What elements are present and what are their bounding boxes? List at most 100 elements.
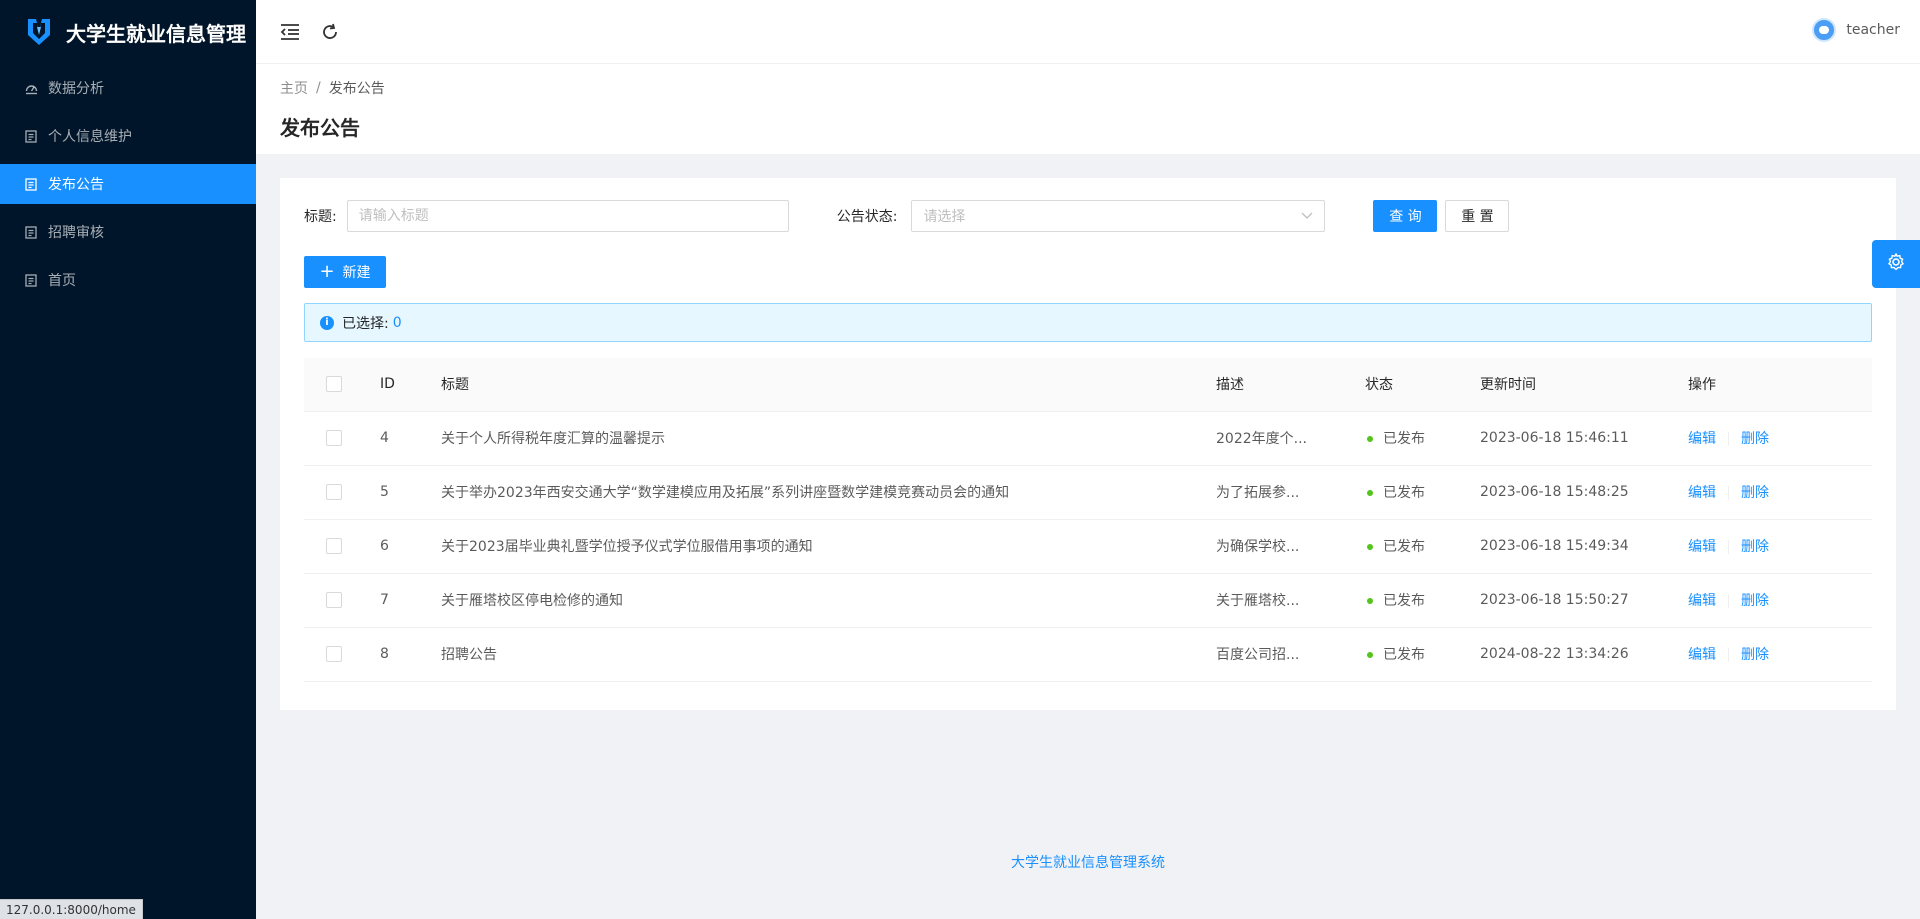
delete-link[interactable]: 删除 xyxy=(1741,593,1769,609)
notice-table: ID 标题 描述 状态 更新时间 操作 4 关于个人所得税年度汇算的温馨提示 202… xyxy=(304,358,1872,682)
status-dot xyxy=(1367,652,1373,658)
row-checkbox[interactable] xyxy=(326,592,342,608)
query-button[interactable]: 查 询 xyxy=(1373,200,1438,232)
cell-title: 关于举办2023年西安交通大学“数学建模应用及拓展”系列讲座暨数学建模竞赛动员会… xyxy=(441,465,1216,520)
cell-status: 已发布 xyxy=(1365,411,1480,466)
cell-desc: 2022年度个... xyxy=(1216,411,1365,466)
status-text: 已发布 xyxy=(1383,539,1425,555)
row-checkbox-cell xyxy=(304,573,380,628)
user-menu[interactable]: teacher xyxy=(1812,18,1900,42)
breadcrumb-current: 发布公告 xyxy=(328,81,385,97)
edit-link[interactable]: 编辑 xyxy=(1688,647,1716,663)
status-dot xyxy=(1367,436,1373,442)
cell-desc: 百度公司招... xyxy=(1216,627,1365,682)
cell-id: 5 xyxy=(380,465,441,520)
cell-title: 关于雁塔校区停电检修的通知 xyxy=(441,573,1216,628)
avatar xyxy=(1812,18,1837,42)
status-select[interactable]: 请选择 xyxy=(911,200,1326,232)
selection-alert: i 已选择: 0 xyxy=(304,303,1872,342)
cell-ops: 编辑 删除 xyxy=(1688,411,1872,466)
cell-id: 8 xyxy=(380,627,441,682)
app-logo[interactable]: 大学生就业信息管理 xyxy=(0,0,256,64)
cell-ops: 编辑 删除 xyxy=(1688,573,1872,628)
edit-link[interactable]: 编辑 xyxy=(1688,485,1716,501)
edit-link[interactable]: 编辑 xyxy=(1688,593,1716,609)
sidebar-item-0[interactable]: 数据分析 xyxy=(0,68,256,108)
footer-text[interactable]: 大学生就业信息管理系统 xyxy=(256,852,1920,872)
status-text: 已发布 xyxy=(1383,647,1425,663)
file-icon xyxy=(24,273,38,287)
breadcrumb-separator: / xyxy=(316,80,321,96)
top-header: teacher xyxy=(256,0,1920,64)
delete-link[interactable]: 删除 xyxy=(1741,431,1769,447)
edit-link[interactable]: 编辑 xyxy=(1688,539,1716,555)
gear-icon xyxy=(1887,252,1905,275)
select-all-checkbox[interactable] xyxy=(326,376,342,393)
cell-title: 招聘公告 xyxy=(441,627,1216,682)
delete-link[interactable]: 删除 xyxy=(1741,539,1769,555)
info-icon: i xyxy=(320,315,334,330)
new-button-label: 新建 xyxy=(342,265,371,281)
menu-fold-icon[interactable] xyxy=(278,20,302,44)
cell-ops: 编辑 删除 xyxy=(1688,627,1872,682)
cell-title: 关于个人所得税年度汇算的温馨提示 xyxy=(441,411,1216,466)
sidebar-item-2[interactable]: 发布公告 xyxy=(0,164,256,204)
status-select-placeholder: 请选择 xyxy=(923,209,966,225)
content-card: 标题: 公告状态: 请选择 查 询 重 置 + 新建 i 已选择: 0 ID 标… xyxy=(280,178,1896,710)
title-input[interactable] xyxy=(346,200,789,232)
table-row: 8 招聘公告 百度公司招... 已发布 2024-08-22 13:34:26 编辑 删除 xyxy=(304,627,1872,682)
row-checkbox-cell xyxy=(304,519,380,574)
cell-status: 已发布 xyxy=(1365,519,1480,574)
cell-time: 2023-06-18 15:48:25 xyxy=(1480,465,1688,520)
page-title: 发布公告 xyxy=(280,116,360,140)
new-button[interactable]: + 新建 xyxy=(304,256,386,288)
status-dot xyxy=(1367,490,1373,496)
table-header-row: ID 标题 描述 状态 更新时间 操作 xyxy=(304,358,1872,412)
row-checkbox[interactable] xyxy=(326,430,342,446)
breadcrumb: 主页 / 发布公告 xyxy=(280,78,1896,98)
cell-status: 已发布 xyxy=(1365,627,1480,682)
sidebar-item-label: 数据分析 xyxy=(48,81,104,97)
sidebar-item-1[interactable]: 个人信息维护 xyxy=(0,116,256,156)
reload-icon[interactable] xyxy=(318,20,342,44)
cell-time: 2023-06-18 15:49:34 xyxy=(1480,519,1688,574)
status-text: 已发布 xyxy=(1383,593,1425,609)
file-icon xyxy=(24,225,38,239)
selection-label: 已选择: xyxy=(342,315,389,332)
row-checkbox[interactable] xyxy=(326,646,342,662)
row-checkbox-cell xyxy=(304,411,380,466)
status-text: 已发布 xyxy=(1383,431,1425,447)
cell-desc: 为确保学校... xyxy=(1216,519,1365,574)
table-row: 7 关于雁塔校区停电检修的通知 关于雁塔校... 已发布 2023-06-18 15:5… xyxy=(304,573,1872,628)
cell-status: 已发布 xyxy=(1365,465,1480,520)
sidebar-item-3[interactable]: 招聘审核 xyxy=(0,212,256,252)
breadcrumb-home[interactable]: 主页 xyxy=(280,78,308,98)
op-divider xyxy=(1728,432,1729,446)
op-divider xyxy=(1728,594,1729,608)
sidebar-item-label: 个人信息维护 xyxy=(48,129,132,145)
op-divider xyxy=(1728,648,1729,662)
sidebar-item-label: 首页 xyxy=(48,273,76,289)
settings-drawer-button[interactable] xyxy=(1872,240,1920,288)
cell-ops: 编辑 删除 xyxy=(1688,519,1872,574)
cell-status: 已发布 xyxy=(1365,573,1480,628)
selection-count: 0 xyxy=(392,314,402,331)
cell-id: 7 xyxy=(380,573,441,628)
reset-button[interactable]: 重 置 xyxy=(1445,200,1510,232)
cell-time: 2023-06-18 15:46:11 xyxy=(1480,411,1688,466)
page-header: 主页 / 发布公告 发布公告 xyxy=(256,64,1920,154)
search-form: 标题: 公告状态: 请选择 查 询 重 置 xyxy=(304,200,1872,232)
cell-time: 2023-06-18 15:50:27 xyxy=(1480,573,1688,628)
row-checkbox[interactable] xyxy=(326,538,342,554)
cell-desc: 为了拓展参... xyxy=(1216,465,1365,520)
sidebar-item-4[interactable]: 首页 xyxy=(0,260,256,300)
edit-link[interactable]: 编辑 xyxy=(1688,431,1716,447)
sidebar-item-label: 发布公告 xyxy=(48,177,104,193)
row-checkbox[interactable] xyxy=(326,484,342,500)
delete-link[interactable]: 删除 xyxy=(1741,485,1769,501)
chevron-down-icon xyxy=(1301,208,1313,224)
username: teacher xyxy=(1846,22,1900,38)
sidebar: 大学生就业信息管理 数据分析个人信息维护 发布公告招聘审核首页 xyxy=(0,0,256,919)
file-icon xyxy=(24,129,38,143)
delete-link[interactable]: 删除 xyxy=(1741,647,1769,663)
